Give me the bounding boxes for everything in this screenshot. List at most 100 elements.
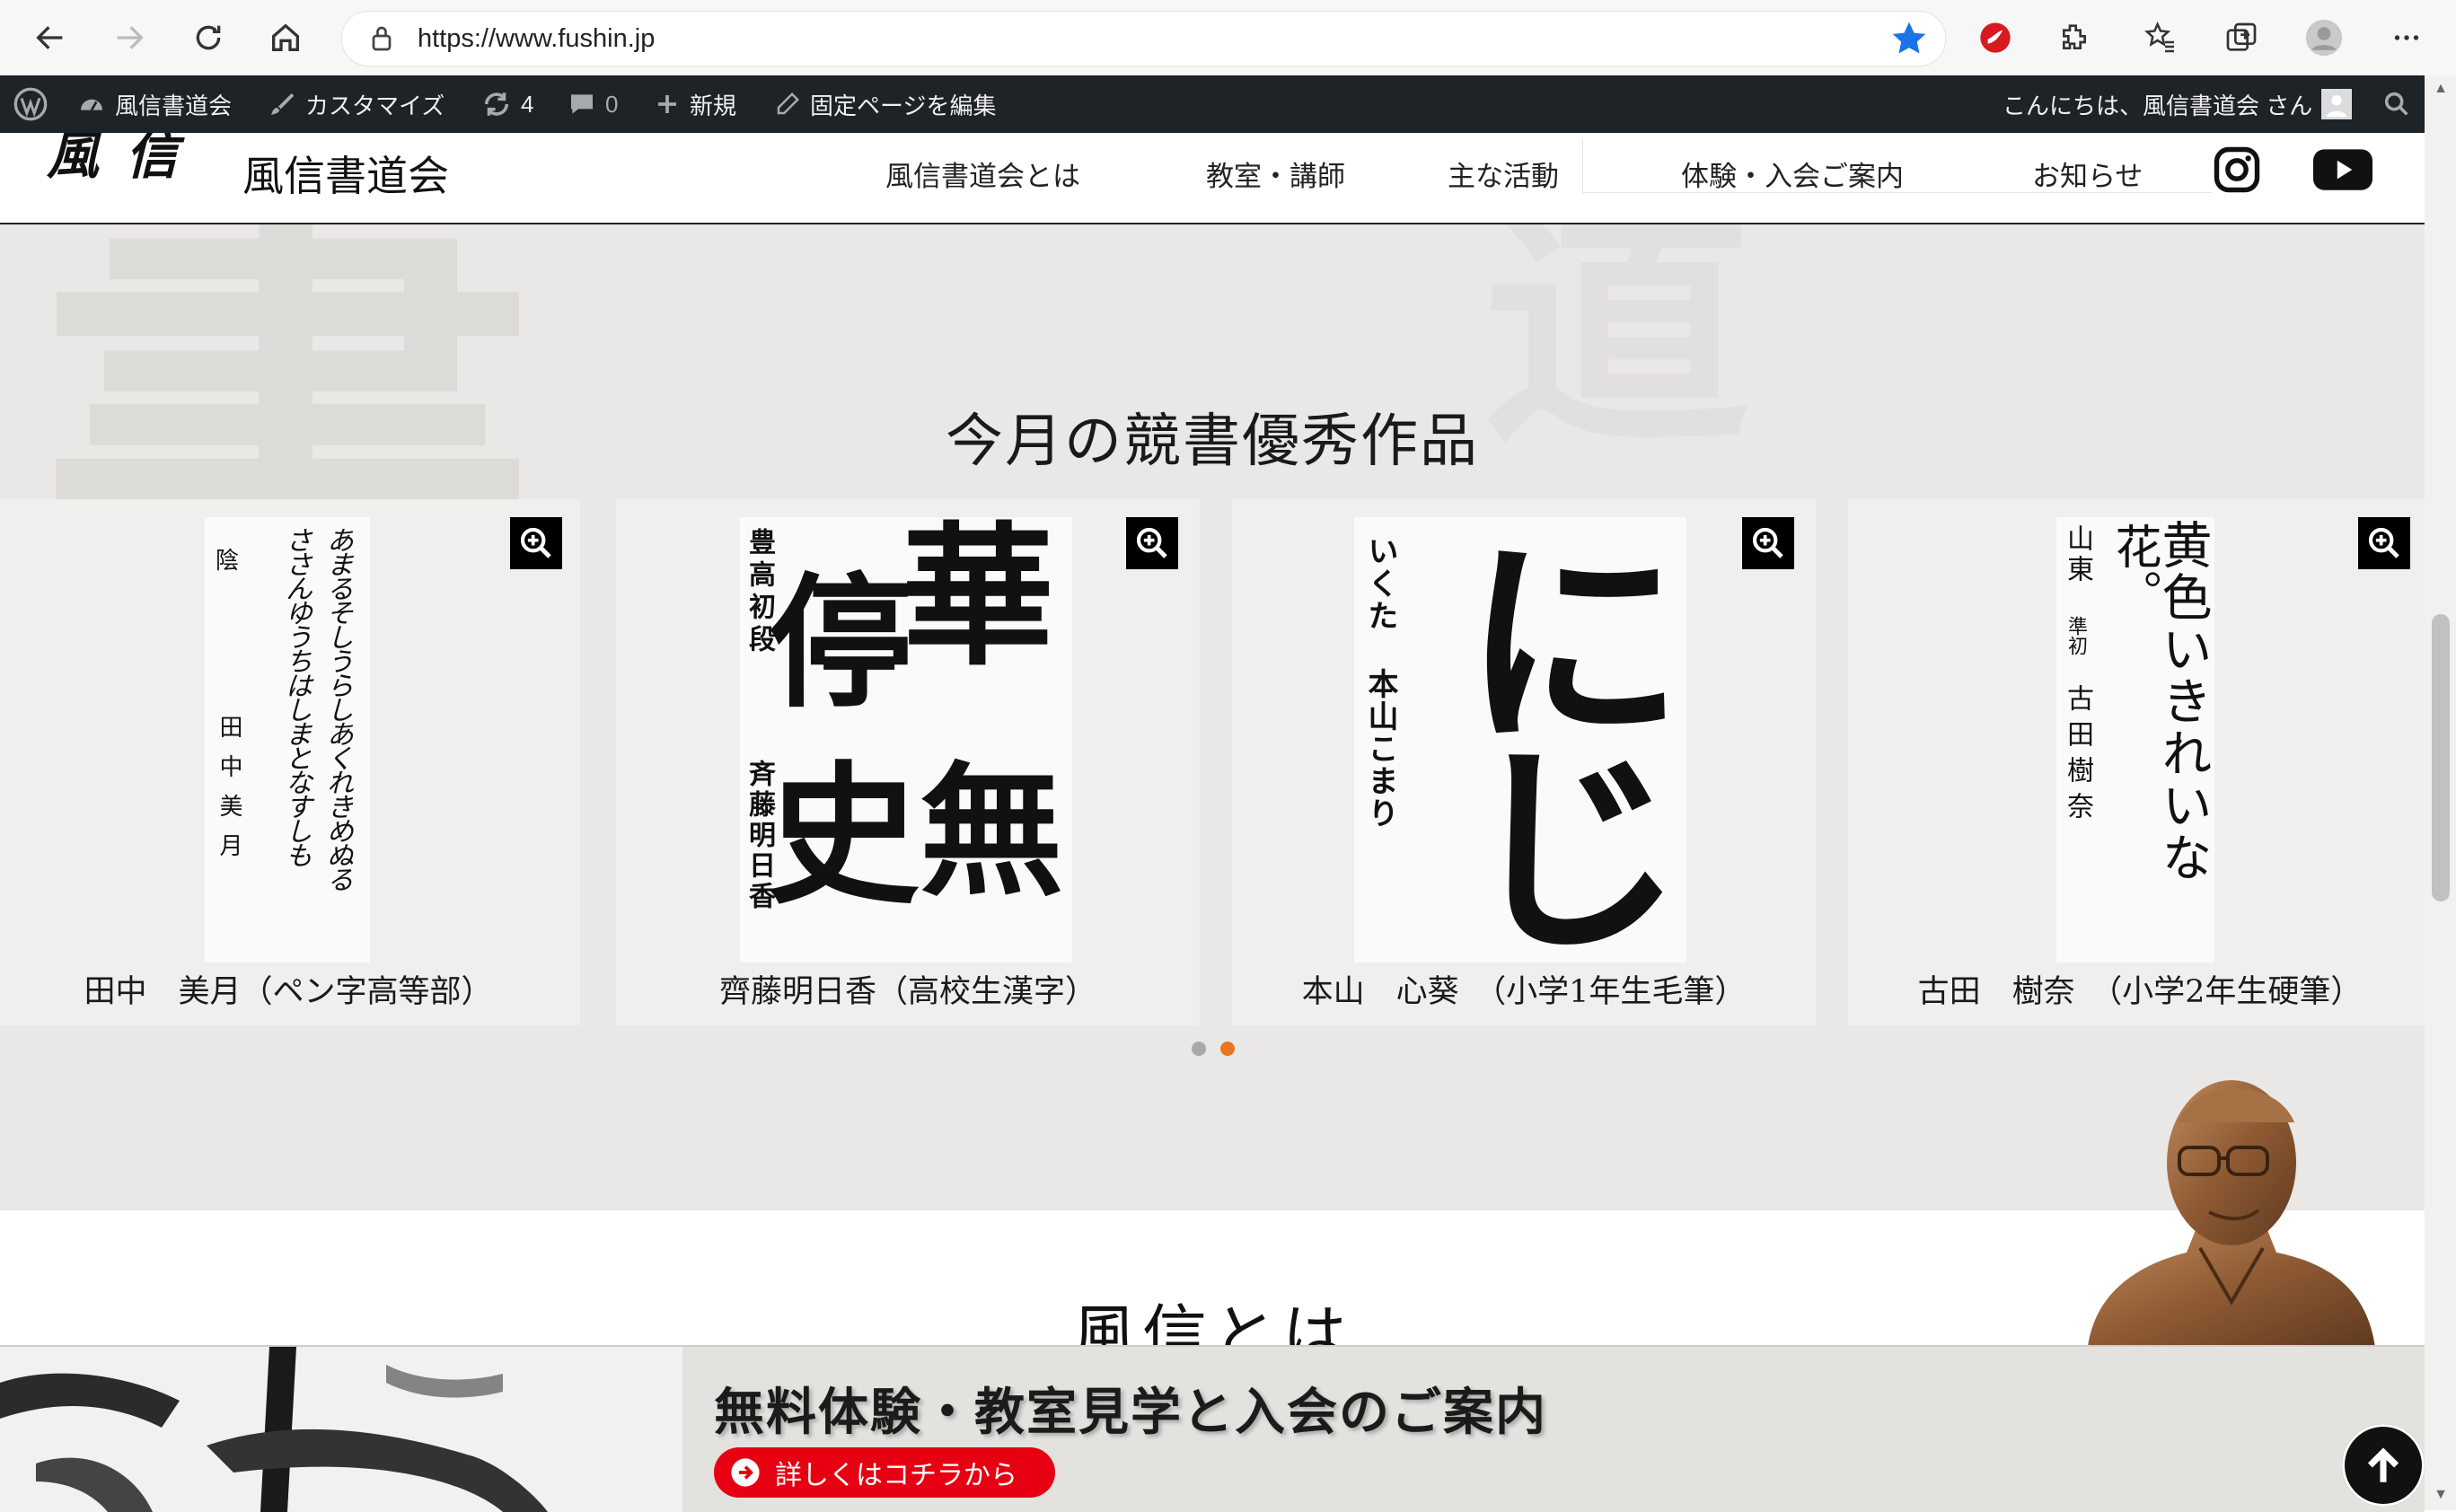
forward-button[interactable] xyxy=(104,13,154,63)
carousel-dot-active[interactable] xyxy=(1220,1042,1235,1056)
back-to-top-button[interactable] xyxy=(2342,1424,2425,1507)
pencil-icon xyxy=(777,92,800,115)
work-card[interactable]: にじ いくた 本山こまり 本山 心葵 （小学1年生毛筆） xyxy=(1232,499,1816,1025)
comment-bubble-icon xyxy=(571,94,593,114)
zoom-button[interactable] xyxy=(510,517,562,569)
wordpress-icon xyxy=(13,87,48,121)
favorite-star-icon[interactable] xyxy=(1889,19,1929,58)
work-card[interactable]: 黄色いきれいな 花。 山東 準初 古田樹奈 古田 樹奈 （小学2年生硬筆） xyxy=(1848,499,2425,1025)
nav-about[interactable]: 風信書道会とは xyxy=(885,154,1080,199)
work-card[interactable]: 華 無 停 史 豊高初段 斉藤明日香 齊藤明日香（高校生漢字） xyxy=(616,499,1200,1025)
collections-icon[interactable] xyxy=(2218,14,2265,61)
work-image-brush[interactable]: にじ いくた 本山こまり xyxy=(1354,517,1686,963)
paintbrush-icon xyxy=(271,93,295,115)
scroll-up-icon[interactable]: ▲ xyxy=(2432,81,2450,99)
pencil-grade: 準初 xyxy=(2064,616,2087,655)
kanji-signature: 斉藤明日香 xyxy=(744,760,775,912)
trial-banner[interactable]: 無料体験・教室見学と入会のご案内 詳しくはコチラから xyxy=(0,1345,2425,1512)
search-icon xyxy=(2384,92,2408,116)
plus-icon xyxy=(658,95,676,113)
pen-calligraphy-line: あまるそしうらしあくれきめぬる xyxy=(321,526,353,890)
pen-calligraphy-signature: 田中美月 xyxy=(216,715,242,873)
back-button[interactable] xyxy=(25,13,75,63)
site-title[interactable]: 風信書道会 xyxy=(242,151,449,201)
pen-calligraphy-line: ささんゆうちはしまとなすしも xyxy=(280,526,312,866)
more-menu-icon[interactable] xyxy=(2383,14,2430,61)
address-bar[interactable]: https://www.fushin.jp xyxy=(341,11,1946,66)
admin-search-button[interactable] xyxy=(2381,75,2412,133)
scroll-down-icon[interactable]: ▼ xyxy=(2432,1487,2450,1505)
home-icon xyxy=(272,23,299,51)
pencil-signature: 古田樹奈 xyxy=(2062,684,2093,828)
scroll-thumb[interactable] xyxy=(2432,614,2450,901)
pencil-side-note: 山東 xyxy=(2062,524,2093,585)
zoom-button[interactable] xyxy=(1126,517,1178,569)
banner-details-button[interactable]: 詳しくはコチラから xyxy=(714,1447,1055,1498)
kanji-character: 華 xyxy=(902,517,1055,687)
kanji-character: 停 xyxy=(769,558,913,727)
arrow-right-icon xyxy=(117,26,144,49)
admin-site-name: 風信書道会 xyxy=(115,92,233,119)
favorites-list-icon[interactable] xyxy=(2137,14,2184,61)
zoom-in-icon xyxy=(520,527,551,558)
wordpress-logo-button[interactable] xyxy=(13,75,48,133)
admin-customize-link[interactable]: カスタマイズ xyxy=(268,75,445,133)
banner-button-label: 詳しくはコチラから xyxy=(775,1460,1017,1491)
page-scrollbar[interactable]: ▲ ▼ xyxy=(2425,75,2456,1510)
arrow-left-icon xyxy=(36,26,63,49)
admin-updates-count: 4 xyxy=(521,90,534,118)
work-card[interactable]: あまるそしうらしあくれきめぬる ささんゆうちはしまとなすしも 陰 田中美月 田中… xyxy=(0,499,580,1025)
admin-updates-link[interactable]: 4 xyxy=(481,75,533,133)
user-avatar-icon xyxy=(2321,89,2353,119)
site-logo-mark[interactable]: 風信 xyxy=(47,133,226,185)
extension-security-icon[interactable] xyxy=(1972,14,2019,61)
nav-news[interactable]: お知らせ xyxy=(2032,154,2143,199)
founder-bust-image xyxy=(2088,1080,2375,1347)
banner-heading[interactable]: 無料体験・教室見学と入会のご案内 xyxy=(714,1372,1547,1445)
brush-signature: 本山こまり xyxy=(1362,668,1398,830)
admin-comments-count: 0 xyxy=(605,90,619,118)
pencil-second-line: 花。 xyxy=(2107,523,2161,616)
home-button[interactable] xyxy=(260,13,311,63)
wp-admin-bar: 風信書道会 カスタマイズ 4 0 新規 固定ページを編集 こんにちは、風信書道会… xyxy=(0,75,2456,133)
brush-main-characters: にじ xyxy=(1422,526,1686,939)
zoom-in-icon xyxy=(1752,527,1783,558)
extensions-icon[interactable] xyxy=(2051,14,2098,61)
admin-customize-label: カスタマイズ xyxy=(305,92,445,119)
nav-trial-join[interactable]: 体験・入会ご案内 xyxy=(1681,154,1904,199)
admin-new-label: 新規 xyxy=(690,92,737,119)
carousel-dot[interactable] xyxy=(1192,1042,1206,1056)
pencil-main-line: 黄色いきれいな xyxy=(2153,519,2212,883)
banner-calligraphy-image xyxy=(0,1347,682,1512)
admin-site-menu[interactable]: 風信書道会 xyxy=(77,75,232,133)
work-caption: 齊藤明日香（高校生漢字） xyxy=(718,974,1096,1010)
site-header: 風信 風信書道会 風信書道会とは 教室・講師 主な活動 体験・入会ご案内 お知ら… xyxy=(0,133,2425,224)
kanji-character: 史 xyxy=(767,746,920,926)
browser-toolbar: https://www.fushin.jp xyxy=(0,0,2456,76)
profile-avatar-icon[interactable] xyxy=(2301,14,2347,61)
url-text[interactable]: https://www.fushin.jp xyxy=(418,22,655,55)
reload-button[interactable] xyxy=(183,13,233,63)
work-caption: 古田 樹奈 （小学2年生硬筆） xyxy=(1917,974,2363,1010)
instagram-icon[interactable] xyxy=(2213,145,2261,194)
work-caption: 本山 心葵 （小学1年生毛筆） xyxy=(1301,974,1747,1010)
zoom-button[interactable] xyxy=(1742,517,1794,569)
work-image-pen[interactable]: あまるそしうらしあくれきめぬる ささんゆうちはしまとなすしも 陰 田中美月 xyxy=(205,517,370,963)
arrow-circle-right-icon xyxy=(731,1458,760,1487)
admin-new-link[interactable]: 新規 xyxy=(654,75,736,133)
zoom-in-icon xyxy=(2368,527,2399,558)
admin-comments-link[interactable]: 0 xyxy=(568,75,618,133)
admin-account-menu[interactable]: こんにちは、風信書道会 さん xyxy=(2003,75,2353,133)
lock-icon[interactable] xyxy=(365,22,398,55)
nav-classes[interactable]: 教室・講師 xyxy=(1206,154,1345,199)
admin-edit-page-link[interactable]: 固定ページを編集 xyxy=(774,75,996,133)
updates-icon xyxy=(484,92,509,116)
work-image-kanji[interactable]: 華 無 停 史 豊高初段 斉藤明日香 xyxy=(740,517,1072,963)
dashboard-gauge-icon xyxy=(81,99,102,111)
zoom-button[interactable] xyxy=(2358,517,2410,569)
work-image-pencil[interactable]: 黄色いきれいな 花。 山東 準初 古田樹奈 xyxy=(2056,517,2214,963)
youtube-icon[interactable] xyxy=(2313,147,2372,192)
kanji-character: 無 xyxy=(920,747,1064,916)
kanji-side-note: 豊高初段 xyxy=(744,528,775,657)
nav-activities[interactable]: 主な活動 xyxy=(1448,154,1559,199)
